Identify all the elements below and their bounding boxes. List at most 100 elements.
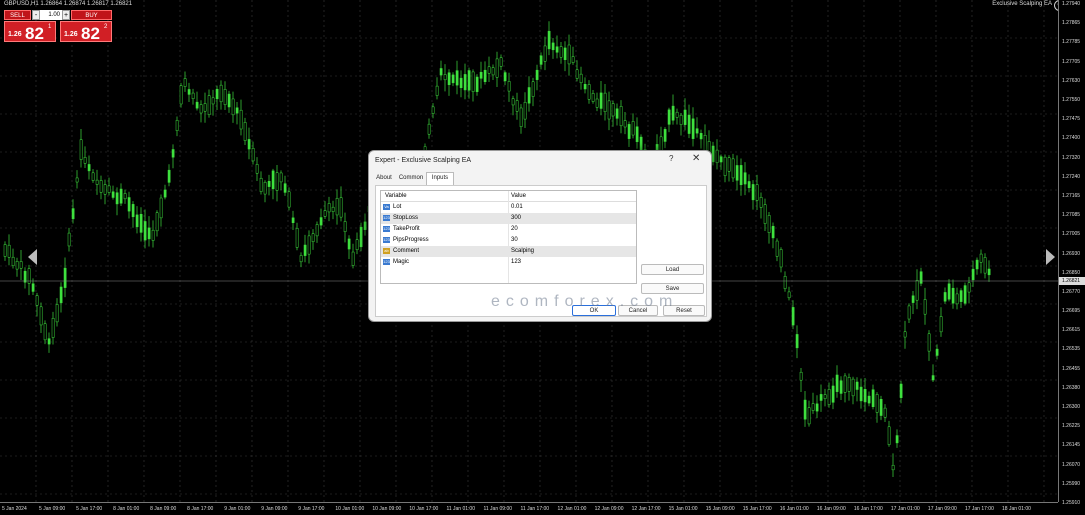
- column-value[interactable]: Value: [511, 193, 526, 199]
- candle-body: [147, 227, 151, 240]
- price-tick-label: 1.27785: [1062, 39, 1081, 46]
- time-tick-label: 10 Jan 01:00: [335, 506, 365, 512]
- candle-body: [3, 244, 7, 257]
- candle-body: [267, 180, 271, 187]
- buy-button[interactable]: BUY: [71, 10, 112, 20]
- candle-body: [675, 111, 679, 118]
- price-tick-label: 1.26615: [1062, 327, 1081, 334]
- column-variable[interactable]: Variable: [385, 193, 407, 199]
- table-row[interactable]: 123 PipsProgress 30: [381, 235, 636, 246]
- candle-body: [19, 261, 23, 269]
- candle-body: [203, 103, 207, 112]
- candle-body: [979, 253, 983, 263]
- candle-body: [143, 221, 147, 241]
- variable-value[interactable]: 300: [511, 215, 521, 221]
- candle-body: [747, 181, 751, 189]
- candle-body: [703, 134, 707, 151]
- price-tick-label: 1.27005: [1062, 231, 1081, 238]
- candle-body: [347, 238, 351, 250]
- candle-body: [315, 224, 319, 237]
- candle-body: [815, 403, 819, 412]
- candle-body: [287, 191, 291, 208]
- lot-increase-button[interactable]: +: [62, 10, 70, 20]
- time-tick-label: 8 Jan 01:00: [113, 506, 140, 512]
- time-tick-label: 5 Jan 2024: [2, 506, 27, 512]
- lot-size-input[interactable]: 1.00: [40, 10, 62, 20]
- time-tick-label: 9 Jan 09:00: [261, 506, 288, 512]
- price-tick-label: 1.27165: [1062, 192, 1081, 199]
- expert-advisor-label[interactable]: Exclusive Scalping EA: [992, 1, 1052, 7]
- price-tick-label: 1.27630: [1062, 77, 1081, 84]
- buy-price-pips: 82: [81, 24, 100, 43]
- candle-body: [215, 88, 219, 100]
- lot-decrease-button[interactable]: -: [32, 10, 40, 20]
- candle-body: [15, 261, 19, 270]
- candle-body: [219, 84, 223, 103]
- help-icon[interactable]: ?: [669, 154, 673, 163]
- candle-body: [291, 217, 295, 223]
- variable-value[interactable]: 123: [511, 259, 521, 265]
- candle-body: [431, 106, 435, 114]
- candle-body: [831, 385, 835, 403]
- candle-body: [355, 239, 359, 251]
- table-row[interactable]: Va Lot 0.01: [381, 202, 636, 213]
- price-tick-label: 1.27240: [1062, 173, 1081, 180]
- candle-body: [251, 148, 255, 162]
- tab-inputs[interactable]: Inputs: [426, 172, 454, 185]
- sell-button[interactable]: SELL: [4, 10, 31, 20]
- candle-body: [179, 85, 183, 105]
- candle-body: [939, 316, 943, 333]
- price-axis[interactable]: 1.27940 1.27865 1.27785 1.27705 1.27630 1.275…: [1058, 0, 1085, 506]
- candle-body: [667, 109, 671, 125]
- variable-value[interactable]: 0.01: [511, 204, 523, 210]
- table-row[interactable]: 123 TakeProfit 20: [381, 224, 636, 235]
- candle-body: [699, 133, 703, 140]
- sell-price[interactable]: 1.26 82 1: [4, 21, 56, 43]
- string-variable-icon: ab: [383, 248, 390, 254]
- candle-body: [923, 299, 927, 315]
- candle-body: [547, 30, 551, 50]
- candle-body: [859, 386, 863, 402]
- price-tick-label: 1.27940: [1062, 1, 1081, 7]
- candle-body: [263, 182, 267, 195]
- close-icon[interactable]: ✕: [692, 153, 700, 164]
- table-row[interactable]: ab Comment Scalping: [381, 246, 636, 257]
- load-button[interactable]: Load: [641, 264, 704, 275]
- candle-body: [115, 192, 119, 205]
- buy-price[interactable]: 1.26 82 2: [60, 21, 112, 43]
- candle-body: [631, 121, 635, 136]
- time-axis[interactable]: 5 Jan 2024 5 Jan 09:00 5 Jan 17:00 8 Jan 01…: [0, 502, 1058, 515]
- price-tick-label: 1.27320: [1062, 154, 1081, 161]
- candle-body: [475, 76, 479, 92]
- buy-price-prefix: 1.26: [64, 31, 78, 38]
- variable-value[interactable]: 20: [511, 226, 518, 232]
- candle-body: [879, 399, 883, 416]
- candle-body: [427, 123, 431, 135]
- scroll-right-arrow-icon[interactable]: [1046, 249, 1055, 265]
- variable-value[interactable]: Scalping: [511, 248, 534, 254]
- scroll-left-arrow-icon[interactable]: [28, 249, 37, 265]
- candle-body: [775, 240, 779, 257]
- time-tick-label: 15 Jan 17:00: [742, 506, 772, 512]
- candle-body: [155, 212, 159, 232]
- time-tick-label: 9 Jan 01:00: [224, 506, 251, 512]
- variable-value[interactable]: 30: [511, 237, 518, 243]
- candle-body: [135, 214, 139, 228]
- candle-body: [619, 106, 623, 127]
- candle-body: [227, 93, 231, 108]
- candle-body: [807, 407, 811, 425]
- candle-body: [887, 426, 891, 445]
- candle-body: [919, 271, 923, 284]
- candle-body: [535, 69, 539, 80]
- table-row[interactable]: 123 StopLoss 300: [381, 213, 636, 224]
- candle-body: [71, 208, 75, 220]
- sell-price-prefix: 1.26: [8, 31, 22, 38]
- price-tick-label: 1.26070: [1062, 461, 1081, 468]
- price-tick-label: 1.26770: [1062, 288, 1081, 295]
- candle-body: [811, 403, 815, 411]
- tab-common[interactable]: Common: [397, 173, 425, 184]
- tab-about[interactable]: About: [373, 173, 395, 184]
- time-tick-label: 18 Jan 01:00: [1002, 506, 1031, 512]
- candle-body: [127, 197, 131, 212]
- table-row[interactable]: 123 Magic 123: [381, 257, 636, 268]
